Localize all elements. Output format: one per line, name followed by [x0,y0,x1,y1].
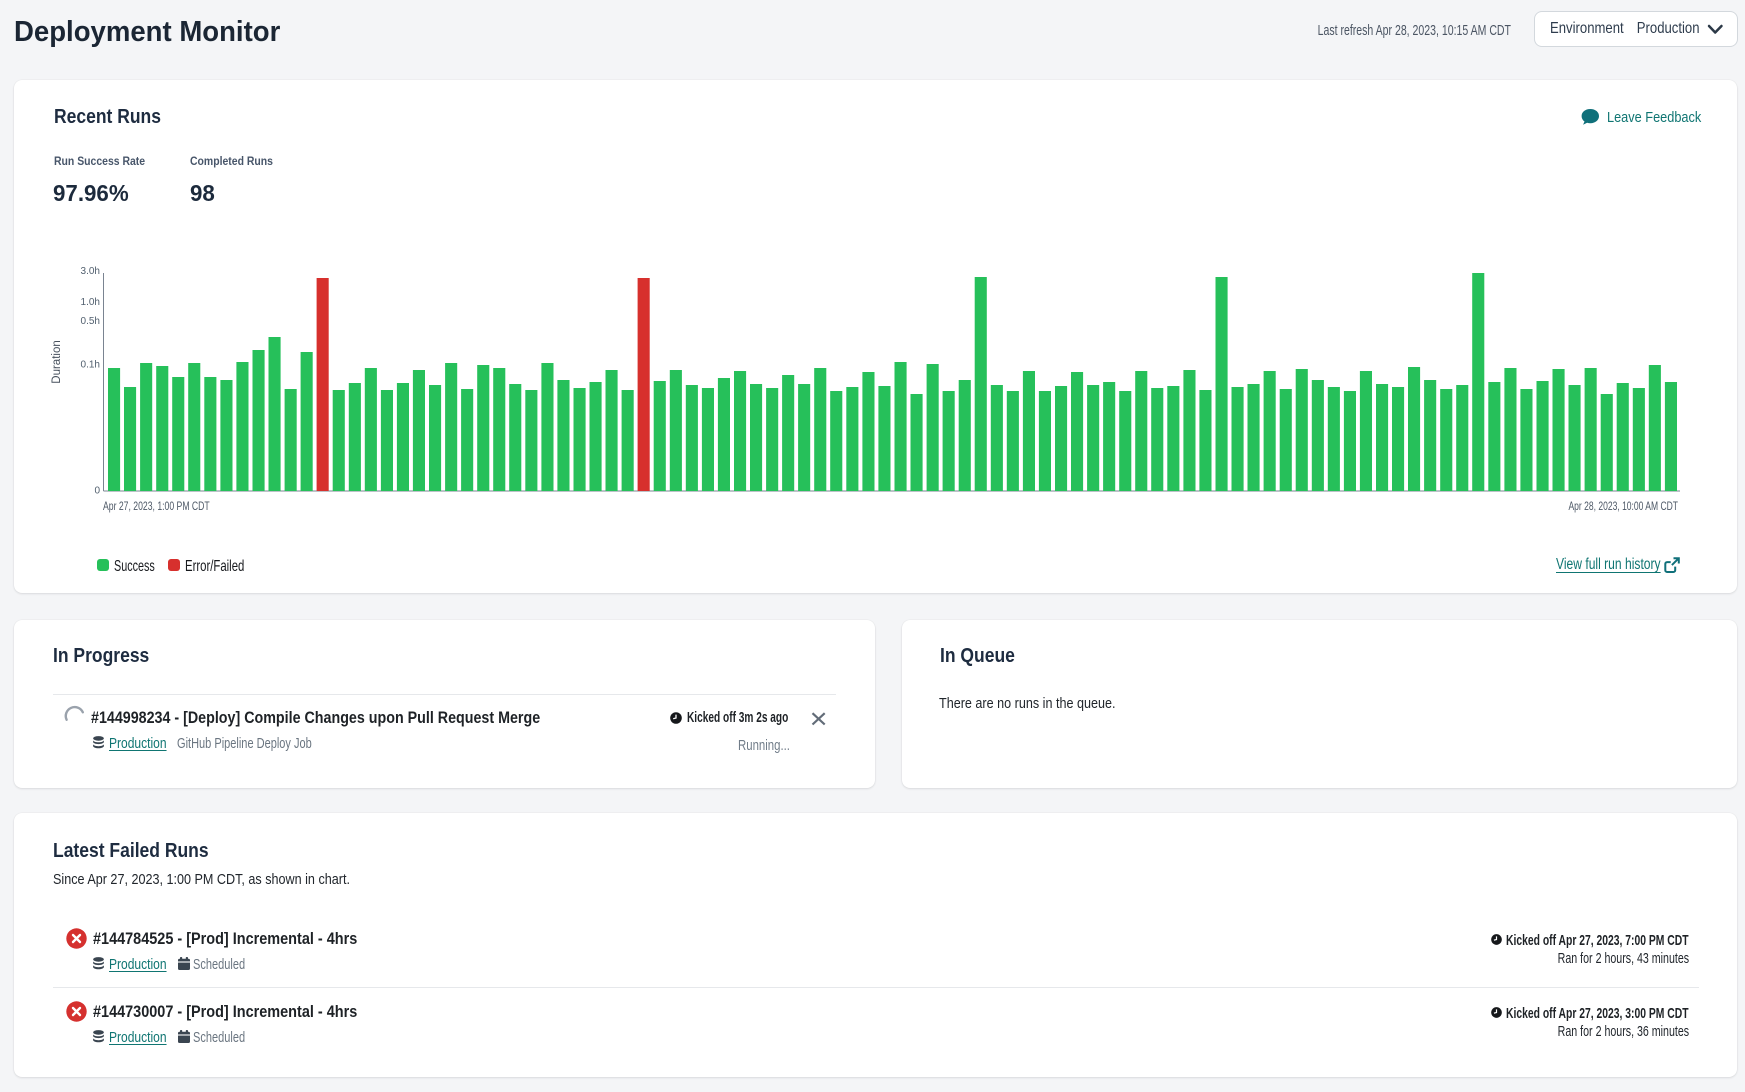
svg-text:0.1h: 0.1h [81,360,100,371]
svg-text:0: 0 [94,486,100,497]
svg-text:1.0h: 1.0h [81,297,100,308]
svg-text:Apr 28, 2023, 10:00 AM CDT: Apr 28, 2023, 10:00 AM CDT [1568,500,1678,514]
svg-text:Apr 27, 2023, 1:00 PM CDT: Apr 27, 2023, 1:00 PM CDT [103,500,210,514]
svg-text:3.0h: 3.0h [81,266,100,277]
svg-text:0.5h: 0.5h [81,316,100,327]
svg-text:Duration: Duration [51,340,63,383]
